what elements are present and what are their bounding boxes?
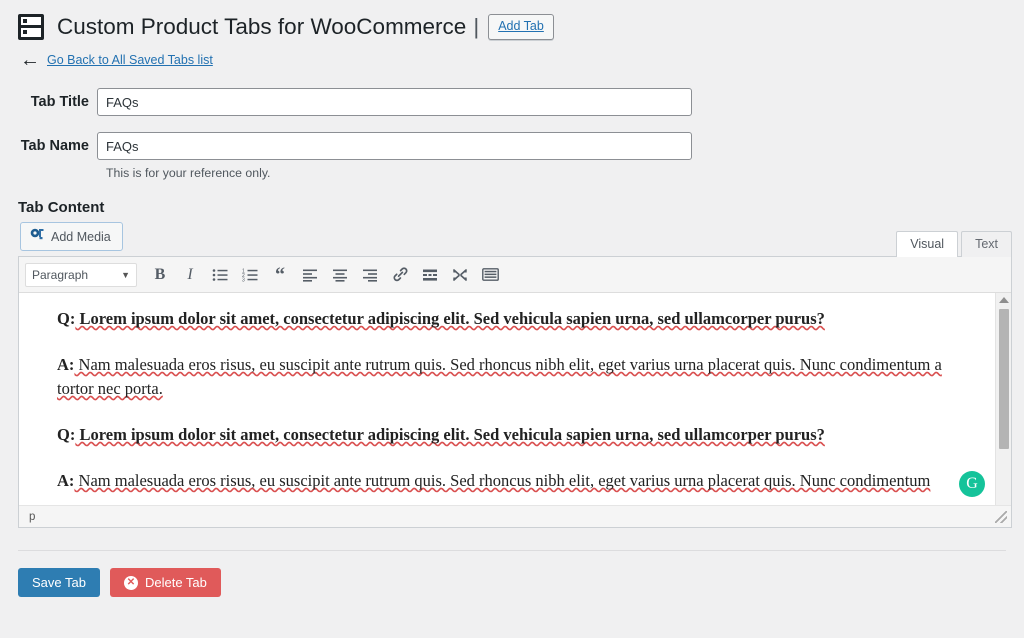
save-tab-label: Save Tab bbox=[32, 575, 86, 590]
italic-button[interactable]: I bbox=[175, 262, 205, 288]
tab-title-label: Tab Title bbox=[30, 94, 89, 110]
editor-paragraph: Q: Lorem ipsum dolor sit amet, consectet… bbox=[57, 423, 981, 447]
align-center-button[interactable] bbox=[325, 262, 355, 288]
x-circle-icon: ✕ bbox=[123, 575, 138, 590]
editor-content-area[interactable]: Q: Lorem ipsum dolor sit amet, consectet… bbox=[19, 293, 1011, 505]
fullscreen-icon bbox=[453, 268, 467, 281]
element-path: p bbox=[29, 510, 36, 523]
editor-statusbar: p bbox=[19, 505, 1011, 527]
save-tab-button[interactable]: Save Tab bbox=[18, 568, 100, 597]
editor-paragraph: A: Nam malesuada eros risus, eu suscipit… bbox=[57, 353, 981, 401]
bulleted-list-button[interactable] bbox=[205, 262, 235, 288]
tab-name-row: Tab Name bbox=[0, 132, 1024, 160]
tab-name-hint: This is for your reference only. bbox=[106, 166, 271, 180]
align-left-icon bbox=[303, 269, 317, 282]
tab-content-label: Tab Content bbox=[18, 199, 105, 216]
keyboard-toolbar-icon bbox=[481, 268, 499, 281]
page-title: Custom Product Tabs for WooCommerce bbox=[57, 14, 467, 39]
tabs-layout-icon bbox=[18, 14, 44, 40]
tab-title-row: Tab Title bbox=[0, 88, 1024, 116]
qa-prefix: A: bbox=[57, 354, 75, 374]
link-icon bbox=[393, 267, 407, 282]
scroll-up-arrow-icon[interactable] bbox=[998, 297, 1009, 303]
align-right-icon bbox=[363, 269, 377, 282]
tab-name-label: Tab Name bbox=[20, 138, 89, 154]
toolbar-toggle-button[interactable] bbox=[475, 262, 505, 288]
paragraph-text: Nam malesuada eros risus, eu suscipit an… bbox=[57, 354, 942, 398]
tab-name-input[interactable] bbox=[97, 132, 692, 160]
svg-text:3: 3 bbox=[242, 277, 245, 282]
blockquote-icon: “ bbox=[275, 263, 285, 286]
numbered-list-button[interactable]: 1 2 3 bbox=[235, 262, 265, 288]
chevron-down-icon: ▼ bbox=[121, 269, 130, 280]
paragraph-text: Lorem ipsum dolor sit amet, consectetur … bbox=[75, 309, 825, 328]
title-separator: | bbox=[473, 14, 480, 39]
bold-button[interactable]: B bbox=[145, 262, 175, 288]
back-nav-row: ← Go Back to All Saved Tabs list bbox=[0, 44, 1024, 72]
qa-prefix: A: bbox=[57, 470, 75, 490]
go-back-link[interactable]: Go Back to All Saved Tabs list bbox=[47, 53, 213, 67]
qa-prefix: Q: bbox=[57, 309, 76, 328]
editor-paragraph: A: Nam malesuada eros risus, eu suscipit… bbox=[57, 469, 981, 493]
editor-paragraph: Q: Lorem ipsum dolor sit amet, consectet… bbox=[57, 307, 981, 331]
format-select[interactable]: Paragraph ▼ bbox=[25, 262, 137, 287]
read-more-button[interactable] bbox=[415, 262, 445, 288]
scrollbar-thumb[interactable] bbox=[999, 309, 1009, 449]
bulleted-list-icon bbox=[212, 268, 228, 281]
align-left-button[interactable] bbox=[295, 262, 325, 288]
numbered-list-icon: 1 2 3 bbox=[242, 268, 258, 282]
page-header: Custom Product Tabs for WooCommerce | Ad… bbox=[0, 0, 1024, 44]
add-media-button[interactable]: Add Media bbox=[20, 222, 123, 251]
tab-text[interactable]: Text bbox=[961, 231, 1012, 257]
fullscreen-button[interactable] bbox=[445, 262, 475, 288]
arrow-left-icon: ← bbox=[20, 49, 40, 71]
editor-scrollbar[interactable] bbox=[995, 293, 1011, 505]
align-center-icon bbox=[333, 269, 347, 282]
italic-icon: I bbox=[187, 265, 193, 283]
qa-prefix: Q: bbox=[57, 424, 76, 444]
tab-title-input[interactable] bbox=[97, 88, 692, 116]
read-more-icon bbox=[423, 269, 437, 281]
resize-grip-icon[interactable] bbox=[995, 510, 1007, 523]
align-right-button[interactable] bbox=[355, 262, 385, 288]
add-tab-button[interactable]: Add Tab bbox=[488, 14, 554, 40]
paragraph-text: Lorem ipsum dolor sit amet, consectetur … bbox=[75, 424, 825, 444]
delete-tab-button[interactable]: ✕ Delete Tab bbox=[109, 568, 221, 597]
delete-tab-label: Delete Tab bbox=[144, 575, 207, 590]
insert-link-button[interactable] bbox=[385, 262, 415, 288]
format-select-value: Paragraph bbox=[32, 267, 89, 282]
bold-icon: B bbox=[154, 265, 166, 283]
editor-topbar: Add Media Visual Text bbox=[0, 222, 1024, 257]
wysiwyg-editor: Paragraph ▼ B I 1 2 3 “ Q: Lorem ipsum d… bbox=[18, 256, 1012, 528]
grammarly-icon[interactable]: G bbox=[959, 471, 985, 497]
tab-visual[interactable]: Visual bbox=[896, 231, 959, 257]
editor-toolbar: Paragraph ▼ B I 1 2 3 “ bbox=[19, 257, 1011, 293]
paragraph-text: Nam malesuada eros risus, eu suscipit an… bbox=[74, 470, 931, 490]
add-media-label: Add Media bbox=[51, 229, 111, 244]
editor-mode-tabs: Visual Text bbox=[893, 231, 1012, 257]
blockquote-button[interactable]: “ bbox=[265, 262, 295, 288]
footer-actions: Save Tab ✕ Delete Tab bbox=[0, 551, 1024, 597]
media-camera-icon bbox=[30, 228, 45, 245]
